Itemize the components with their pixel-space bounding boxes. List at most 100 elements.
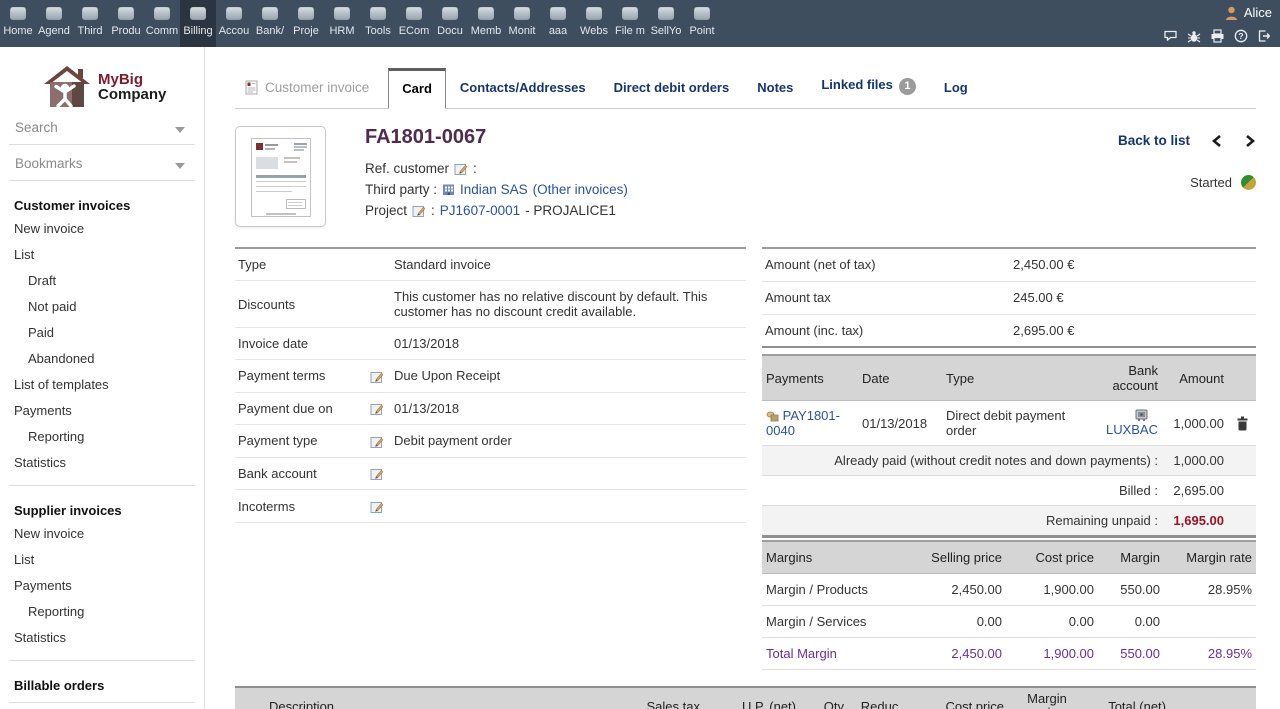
menu-agenda[interactable]: Agend xyxy=(36,0,72,47)
menu-ecommerce[interactable]: ECom xyxy=(396,0,432,47)
sidebar-divider xyxy=(9,702,195,703)
menu-thirdparties[interactable]: Third xyxy=(72,0,108,47)
billed-value: 2,695.00 xyxy=(1162,475,1228,506)
edit-payment-terms-icon[interactable] xyxy=(370,370,384,384)
third-party-link[interactable]: Indian SAS xyxy=(460,179,528,200)
menu-accountancy[interactable]: Accou xyxy=(216,0,252,47)
sidebar-item-payments[interactable]: Payments xyxy=(0,398,204,424)
edit-project-icon[interactable] xyxy=(412,204,426,218)
sidebar-item-payments-supplier[interactable]: Payments xyxy=(0,573,204,599)
menu-label: File m xyxy=(615,25,645,37)
already-paid-row: Already paid (without credit notes and d… xyxy=(762,445,1256,476)
edit-payment-type-icon[interactable] xyxy=(370,435,384,449)
menu-label: Webs xyxy=(580,25,608,37)
menu-bank[interactable]: Bank/ xyxy=(252,0,288,47)
sidebar-item-not-paid[interactable]: Not paid xyxy=(0,294,204,320)
sidebar-item-statistics[interactable]: Statistics xyxy=(0,450,204,476)
linked-files-count-badge: 1 xyxy=(898,78,916,95)
edit-payment-due-icon[interactable] xyxy=(370,402,384,416)
tab-linked-files[interactable]: Linked files 1 xyxy=(807,77,930,108)
sidebar-item-reporting[interactable]: Reporting xyxy=(0,424,204,450)
menu-aaa[interactable]: aaa xyxy=(540,0,576,47)
menu-label: Agend xyxy=(38,25,70,37)
detail-value: Standard invoice xyxy=(391,248,746,281)
search-dropdown[interactable]: Search xyxy=(9,109,195,145)
total-margin-row: Total Margin 2,450.00 1,900.00 550.00 28… xyxy=(762,637,1256,670)
sidebar-item-new-invoice[interactable]: New invoice xyxy=(0,216,204,242)
margin-row-label: Margin / Services xyxy=(762,605,898,638)
table-row: Payment terms Due Upon Receipt xyxy=(235,359,746,393)
sidebar-section-billable-orders[interactable]: Billable orders xyxy=(14,678,204,693)
detail-label: Incoterms xyxy=(235,489,370,523)
tab-notes[interactable]: Notes xyxy=(743,80,807,108)
company-logo[interactable]: MyBig Company xyxy=(44,65,204,109)
total-margin-amount: 550.00 xyxy=(1098,637,1164,670)
project-link[interactable]: PJ1607-0001 xyxy=(440,200,520,221)
edit-ref-customer-icon[interactable] xyxy=(454,162,468,176)
bookmarks-dropdown[interactable]: Bookmarks xyxy=(9,145,195,181)
menu-monitoring[interactable]: Monit xyxy=(504,0,540,47)
menu-website[interactable]: Webs xyxy=(576,0,612,47)
menu-home[interactable]: Home xyxy=(0,0,36,47)
sidebar-item-new-invoice-supplier[interactable]: New invoice xyxy=(0,521,204,547)
company-logo-icon xyxy=(44,66,90,108)
sidebar-item-paid[interactable]: Paid xyxy=(0,320,204,346)
menu-members[interactable]: Memb xyxy=(468,0,504,47)
menu-label: SellYo xyxy=(650,25,682,37)
sidebar-divider xyxy=(9,485,195,486)
total-margin-rate: 28.95% xyxy=(1164,637,1256,670)
project-suffix: - PROJALICE1 xyxy=(525,203,616,218)
invoice-preview-thumbnail[interactable] xyxy=(235,126,326,227)
menu-sellyoursaas[interactable]: SellYo xyxy=(648,0,684,47)
menu-tools[interactable]: Tools xyxy=(360,0,396,47)
bug-icon[interactable] xyxy=(1187,29,1201,43)
delete-payment-icon[interactable] xyxy=(1236,416,1249,431)
tab-card[interactable]: Card xyxy=(388,68,446,109)
user-menu[interactable]: Alice xyxy=(1225,5,1272,20)
menu-label: ECom xyxy=(398,25,430,37)
menu-hrm[interactable]: HRM xyxy=(324,0,360,47)
tab-contacts-addresses[interactable]: Contacts/Addresses xyxy=(446,80,600,108)
sidebar-item-statistics-supplier[interactable]: Statistics xyxy=(0,625,204,651)
tab-log[interactable]: Log xyxy=(930,80,982,108)
previous-invoice-icon[interactable] xyxy=(1211,134,1223,148)
back-to-list-link[interactable]: Back to list xyxy=(1118,133,1190,148)
hrm-icon xyxy=(334,7,350,20)
sidebar-item-list-of-templates[interactable]: List of templates xyxy=(0,372,204,398)
printer-icon[interactable] xyxy=(1210,29,1225,43)
other-invoices-link[interactable]: (Other invoices) xyxy=(533,179,628,200)
menu-label: Proje xyxy=(293,25,319,37)
menu-billing[interactable]: Billing xyxy=(180,0,216,47)
tab-linked-files-label: Linked files xyxy=(821,77,893,92)
menu-pos[interactable]: Point xyxy=(684,0,720,47)
logout-icon[interactable] xyxy=(1257,29,1272,43)
menu-filemanager[interactable]: File m xyxy=(612,0,648,47)
bank-account-link[interactable]: LUXBAC xyxy=(1106,422,1158,437)
description-header: Description xyxy=(235,688,612,709)
sales-tax-header: Sales tax xyxy=(612,688,704,709)
chat-icon[interactable] xyxy=(1163,29,1178,43)
margin-rate xyxy=(1164,605,1256,638)
tabs-row: Customer invoice Card Contacts/Addresses… xyxy=(235,60,1256,109)
tab-direct-debit-orders[interactable]: Direct debit orders xyxy=(600,80,744,108)
sidebar-section-supplier-invoices[interactable]: Supplier invoices xyxy=(14,503,204,518)
documents-icon xyxy=(442,7,458,20)
help-icon[interactable]: ? xyxy=(1234,29,1248,43)
project-label: Project xyxy=(365,203,408,218)
logo-text-2: Company xyxy=(98,85,167,103)
edit-bank-account-icon[interactable] xyxy=(370,467,384,481)
sidebar-item-abandoned[interactable]: Abandoned xyxy=(0,346,204,372)
sidebar-item-list-supplier[interactable]: List xyxy=(0,547,204,573)
menu-products[interactable]: Produ xyxy=(108,0,144,47)
menu-commercial[interactable]: Comm xyxy=(144,0,180,47)
table-row: Payment due on 01/13/2018 xyxy=(235,392,746,426)
menu-projects[interactable]: Proje xyxy=(288,0,324,47)
total-margin-link[interactable]: Total Margin xyxy=(762,637,898,670)
sidebar-section-customer-invoices[interactable]: Customer invoices xyxy=(14,198,204,213)
sidebar-item-list[interactable]: List xyxy=(0,242,204,268)
edit-incoterms-icon[interactable] xyxy=(370,500,384,514)
menu-documents[interactable]: Docu xyxy=(432,0,468,47)
sidebar-item-reporting-supplier[interactable]: Reporting xyxy=(0,599,204,625)
next-invoice-icon[interactable] xyxy=(1244,134,1256,148)
sidebar-item-draft[interactable]: Draft xyxy=(0,268,204,294)
